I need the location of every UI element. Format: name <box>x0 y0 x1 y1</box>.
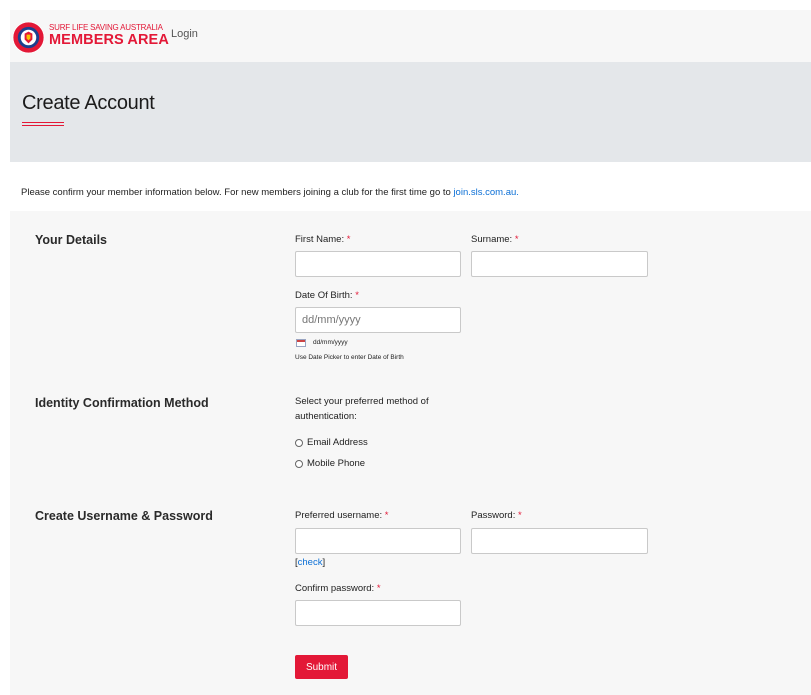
password-label: Password: * <box>471 510 522 521</box>
confirm-password-label-text: Confirm password: <box>295 583 375 594</box>
join-sls-link[interactable]: join.sls.com.au. <box>453 187 518 198</box>
required-marker: * <box>384 510 389 521</box>
first-name-label: First Name: * <box>295 234 350 245</box>
dob-format-hint: dd/mm/yyyy <box>313 339 348 346</box>
surname-label-text: Surname: <box>471 234 513 245</box>
required-marker: * <box>355 290 359 301</box>
page-title-banner: Create Account <box>10 62 811 162</box>
mobile-option-label: Mobile Phone <box>307 458 366 469</box>
surname-label: Surname: * <box>471 234 519 245</box>
dob-help-text: Use Date Picker to enter Date of Birth <box>295 354 404 361</box>
date-of-birth-label-text: Date Of Birth: <box>295 290 353 301</box>
date-of-birth-label: Date Of Birth: * <box>295 290 359 301</box>
required-marker: * <box>518 510 522 521</box>
title-underline-decoration <box>22 122 64 126</box>
required-marker: * <box>346 234 351 245</box>
required-marker: * <box>376 583 381 594</box>
required-marker: * <box>514 234 519 245</box>
preferred-username-input[interactable] <box>295 528 461 554</box>
create-credentials-heading: Create Username & Password <box>35 509 213 523</box>
email-option-label: Email Address <box>307 437 368 448</box>
email-radio-button[interactable] <box>295 438 303 447</box>
confirm-password-input[interactable] <box>295 600 461 626</box>
page-title: Create Account <box>22 92 155 114</box>
auth-method-prompt-line1: Select your preferred method of <box>295 396 429 407</box>
calendar-icon[interactable] <box>296 339 306 347</box>
preferred-username-label: Preferred username: * <box>295 510 388 521</box>
preferred-username-label-text: Preferred username: <box>295 510 383 521</box>
intro-text: Please confirm your member information b… <box>21 187 519 198</box>
logo-members-area-text: MEMBERS AREA <box>49 32 169 48</box>
check-username-link-wrapper: [check] <box>295 557 326 568</box>
login-link[interactable]: Login <box>171 28 198 40</box>
top-navigation-bar: SURF LIFE SAVING AUSTRALIA MEMBERS AREA … <box>10 10 811 62</box>
auth-method-prompt-line2: authentication: <box>295 411 357 422</box>
confirm-password-label: Confirm password: * <box>295 583 381 594</box>
your-details-heading: Your Details <box>35 233 108 247</box>
sls-members-area-logo[interactable]: SURF LIFE SAVING AUSTRALIA MEMBERS AREA <box>12 18 172 58</box>
date-of-birth-input[interactable] <box>295 307 461 333</box>
first-name-label-text: First Name: <box>295 234 345 245</box>
sls-badge-icon <box>12 21 45 54</box>
mobile-phone-option[interactable]: Mobile Phone <box>295 458 365 469</box>
mobile-radio-button[interactable] <box>295 459 303 468</box>
identity-confirmation-heading: Identity Confirmation Method <box>35 396 209 410</box>
first-name-input[interactable] <box>295 251 461 277</box>
submit-button[interactable]: Submit <box>295 655 348 679</box>
check-username-link[interactable]: check <box>298 557 323 568</box>
email-address-option[interactable]: Email Address <box>295 437 368 448</box>
password-input[interactable] <box>471 528 648 554</box>
logo-organisation-text: SURF LIFE SAVING AUSTRALIA <box>49 23 163 32</box>
intro-message: Please confirm your member information b… <box>21 187 454 198</box>
password-label-text: Password: <box>471 510 516 521</box>
surname-input[interactable] <box>471 251 648 277</box>
